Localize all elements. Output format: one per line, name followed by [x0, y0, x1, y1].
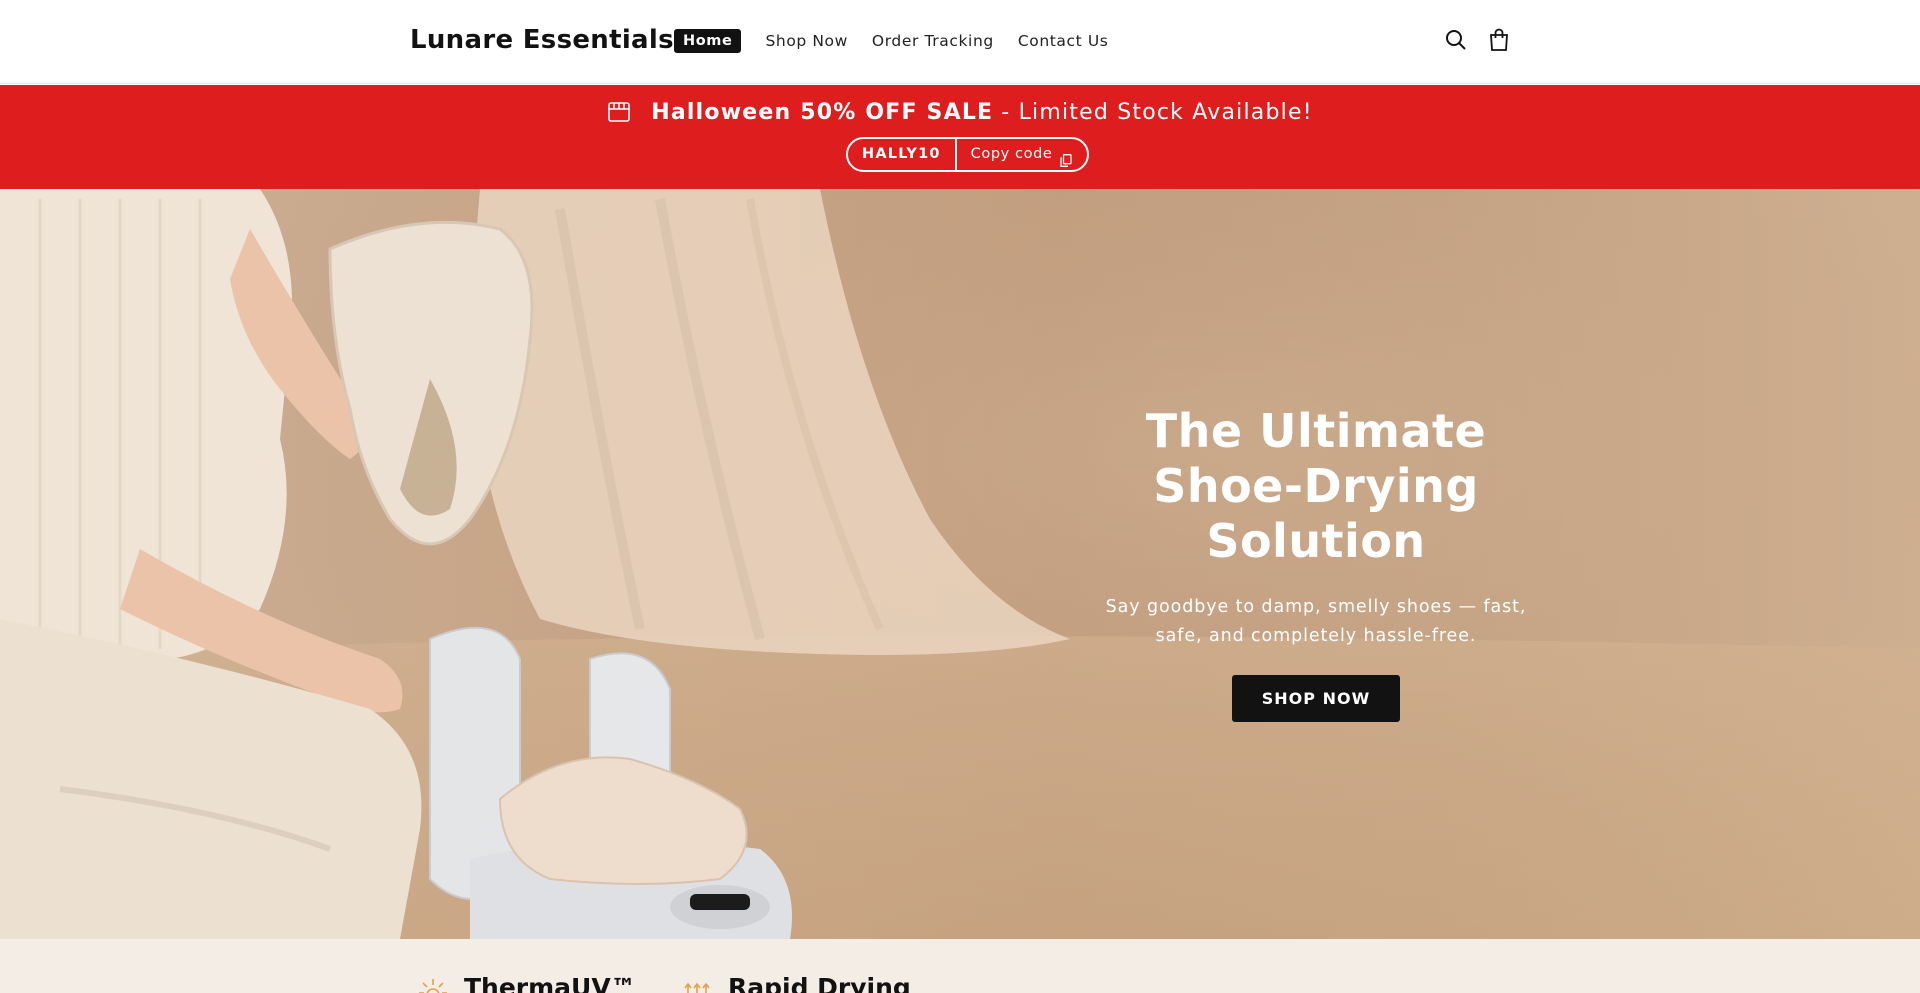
- feature-title: Rapid Drying: [728, 973, 911, 993]
- hero-title: The Ultimate Shoe-Drying Solution: [1145, 404, 1487, 568]
- search-icon[interactable]: [1444, 28, 1468, 54]
- feature-item: Rapid Drying: [682, 973, 911, 993]
- announcement-headline: Halloween 50% OFF SALE - Limited Stock A…: [0, 100, 1920, 125]
- hero-image: [0, 189, 1920, 939]
- discount-code: HALLY10: [848, 139, 957, 170]
- cart-icon[interactable]: [1488, 28, 1512, 54]
- copy-icon: [1060, 148, 1073, 167]
- hero-banner: The Ultimate Shoe-Drying Solution Say go…: [0, 189, 1920, 939]
- nav-home[interactable]: Home: [674, 29, 742, 53]
- hero-content: The Ultimate Shoe-Drying Solution Say go…: [1096, 404, 1536, 722]
- hero-subtitle: Say goodbye to damp, smelly shoes — fast…: [1105, 597, 1527, 646]
- discount-code-box: HALLY10 Copy code: [846, 137, 1090, 172]
- sale-title: Halloween 50% OFF SALE: [651, 100, 994, 125]
- main-nav: Home Shop Now Order Tracking Contact Us: [674, 29, 1132, 53]
- feature-item: ThermaUV™: [418, 973, 636, 993]
- sale-subtitle: - Limited Stock Available!: [1001, 100, 1313, 125]
- site-header: Lunare Essentials Home Shop Now Order Tr…: [0, 0, 1920, 84]
- heat-arrows-icon: [682, 977, 712, 993]
- shop-now-button[interactable]: SHOP NOW: [1231, 675, 1401, 722]
- nav-shop-now[interactable]: Shop Now: [765, 32, 847, 50]
- store-logo[interactable]: Lunare Essentials: [410, 25, 674, 55]
- feature-title: ThermaUV™: [464, 973, 636, 993]
- features-strip: ThermaUV™ Rapid Drying: [0, 939, 1920, 993]
- nav-order-tracking[interactable]: Order Tracking: [872, 32, 994, 50]
- copy-code-button[interactable]: Copy code: [957, 139, 1088, 170]
- copy-code-label: Copy code: [970, 146, 1053, 162]
- sun-icon: [418, 977, 448, 993]
- nav-contact-us[interactable]: Contact Us: [1018, 32, 1109, 50]
- storefront-icon: [607, 101, 633, 125]
- announcement-bar: Halloween 50% OFF SALE - Limited Stock A…: [0, 85, 1920, 189]
